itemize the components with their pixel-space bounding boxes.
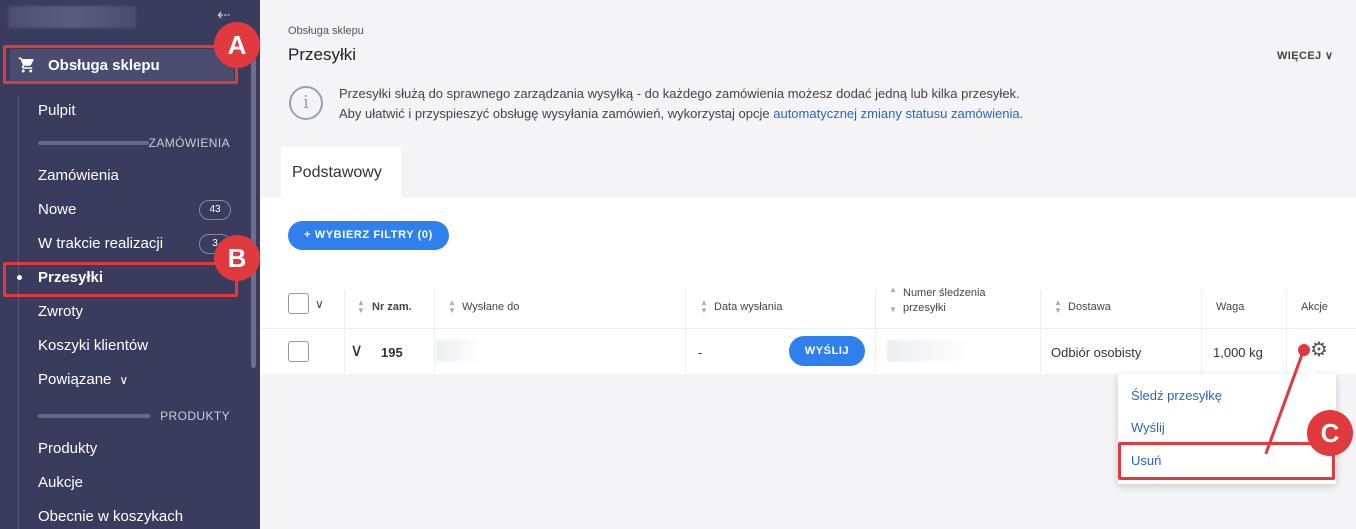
- weight-value: 1,000 kg: [1213, 345, 1263, 360]
- store-logo: [8, 6, 136, 28]
- marker-b: B: [214, 235, 260, 281]
- gear-icon[interactable]: ⚙: [1310, 340, 1328, 360]
- group-products: PRODUKTY: [38, 409, 230, 423]
- column-divider: [875, 290, 876, 373]
- info-line-2-text: Aby ułatwić i przyspieszyć obsługę wysył…: [339, 106, 774, 121]
- more-menu-button[interactable]: WIĘCEJ ∨: [1277, 49, 1334, 62]
- expand-row-chevron-icon[interactable]: ∨: [350, 340, 363, 361]
- sort-icon[interactable]: ▲: [889, 286, 897, 294]
- sort-icon[interactable]: ▲ ▼: [448, 299, 456, 315]
- column-divider: [685, 290, 686, 373]
- count-badge-nowe: 43: [199, 200, 231, 220]
- sort-icon[interactable]: ▼: [889, 306, 897, 314]
- marker-a: A: [214, 22, 260, 68]
- sidebar-scrollbar[interactable]: [251, 58, 256, 368]
- tracking-blurred: [887, 340, 972, 362]
- chevron-down-icon: ∨: [119, 373, 129, 387]
- order-number[interactable]: 195: [381, 345, 403, 360]
- col-tracking-line-1: Numer śledzenia: [903, 287, 986, 299]
- column-divider: [1201, 290, 1202, 373]
- sort-icon[interactable]: ▲ ▼: [1054, 299, 1062, 315]
- send-date: -: [698, 345, 703, 360]
- highlight-a: [3, 45, 238, 84]
- sidebar-item-pulpit[interactable]: Pulpit: [38, 101, 76, 121]
- col-sent-to[interactable]: Wysłane do: [462, 301, 519, 313]
- row-checkbox[interactable]: [288, 341, 309, 362]
- choose-filters-button[interactable]: + WYBIERZ FILTRY (0): [288, 221, 449, 250]
- group-orders-label: ZAMÓWIENIA: [148, 136, 230, 150]
- menu-item-track-shipment[interactable]: Śledź przesyłkę: [1131, 388, 1222, 403]
- send-button[interactable]: WYŚLIJ: [789, 336, 865, 366]
- info-line-2: Aby ułatwić i przyspieszyć obsługę wysył…: [339, 104, 1023, 124]
- highlight-c: [1118, 442, 1335, 480]
- tree-line: [18, 96, 19, 529]
- select-all-checkbox[interactable]: [288, 293, 309, 314]
- col-weight: Waga: [1216, 301, 1245, 313]
- group-products-label: PRODUKTY: [160, 409, 230, 423]
- col-order-no[interactable]: Nr zam.: [372, 301, 412, 313]
- column-divider: [1286, 290, 1287, 373]
- marker-c: C: [1307, 410, 1353, 456]
- breadcrumb[interactable]: Obsługa sklepu: [288, 25, 364, 37]
- more-label: WIĘCEJ: [1277, 50, 1322, 62]
- tab-basic[interactable]: Podstawowy: [281, 147, 401, 199]
- powiazane-label: Powiązane: [38, 371, 112, 388]
- info-message: Przesyłki służą do sprawnego zarządzania…: [339, 84, 1023, 124]
- info-icon: i: [289, 86, 323, 120]
- sidebar-item-obecnie[interactable]: Obecnie w koszykach: [38, 507, 183, 527]
- group-orders: ZAMÓWIENIA: [38, 136, 230, 150]
- chevron-down-icon: ∨: [1325, 50, 1334, 62]
- recipient-blurred: [436, 340, 481, 362]
- info-line-2-end: .: [1019, 106, 1024, 121]
- group-divider: [38, 414, 150, 418]
- col-tracking[interactable]: Numer śledzenia przesyłki: [903, 286, 986, 316]
- delivery-method: Odbiór osobisty: [1051, 345, 1142, 360]
- highlight-b: [3, 262, 238, 297]
- sort-active-icon[interactable]: ▲ ▼: [357, 299, 365, 315]
- sort-icon[interactable]: ▲ ▼: [700, 299, 708, 315]
- auto-status-link[interactable]: automatycznej zmiany statusu zamówienia: [773, 106, 1019, 121]
- column-divider: [434, 290, 435, 373]
- col-tracking-line-2: przesyłki: [903, 302, 946, 314]
- col-send-date[interactable]: Data wysłania: [714, 301, 782, 313]
- sidebar-item-koszyki[interactable]: Koszyki klientów: [38, 336, 148, 356]
- info-line-1: Przesyłki służą do sprawnego zarządzania…: [339, 86, 1020, 101]
- sidebar-item-aukcje[interactable]: Aukcje: [38, 473, 83, 493]
- sidebar-item-zwroty[interactable]: Zwroty: [38, 302, 83, 322]
- column-divider: [344, 290, 345, 373]
- header-divider: [260, 328, 1356, 329]
- col-delivery[interactable]: Dostawa: [1068, 301, 1111, 313]
- sidebar-item-nowe[interactable]: Nowe: [38, 200, 76, 220]
- column-divider: [1040, 290, 1041, 373]
- select-options-chevron-icon[interactable]: ∨: [315, 297, 324, 311]
- sidebar-item-powiazane[interactable]: Powiązane ∨: [38, 370, 128, 390]
- menu-item-send[interactable]: Wyślij: [1131, 420, 1165, 435]
- page-title: Przesyłki: [288, 45, 357, 64]
- sidebar-item-produkty[interactable]: Produkty: [38, 439, 97, 459]
- col-actions: Akcje: [1301, 301, 1328, 313]
- sidebar-item-w-trakcie[interactable]: W trakcie realizacji: [38, 234, 163, 254]
- group-divider: [38, 141, 149, 145]
- sidebar-item-zamowienia[interactable]: Zamówienia: [38, 166, 119, 186]
